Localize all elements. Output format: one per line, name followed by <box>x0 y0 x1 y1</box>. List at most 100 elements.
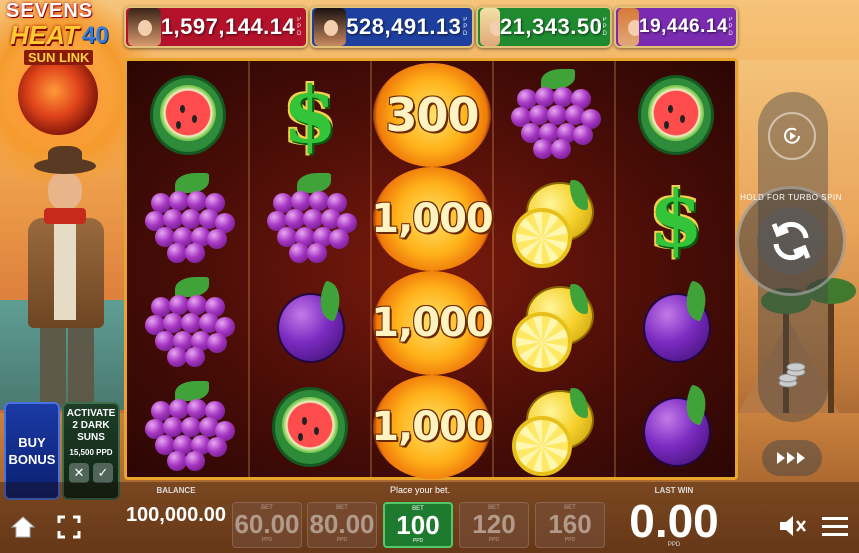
plum-icon <box>641 280 713 363</box>
bet-value: 160 <box>548 509 592 539</box>
sun-icon: 300 <box>373 63 491 167</box>
reel-2-symbol-dollar: $ <box>249 63 371 167</box>
jackpot-currency: PPD <box>728 16 733 37</box>
jackpot-3: 21,343.50 PPD <box>476 6 612 48</box>
bet-unit: PPD <box>488 537 500 543</box>
bet-option-100-selected[interactable]: BET 100 PPD <box>383 502 453 548</box>
spin-icon <box>757 207 825 275</box>
logo-subtitle: SUN LINK <box>24 50 94 65</box>
reel-5-symbol-watermelon <box>615 63 737 167</box>
last-win-unit: PPD <box>667 542 681 548</box>
bet-option-80[interactable]: BET 80.00 PPD <box>307 502 377 548</box>
jackpot-currency: PPD <box>296 16 302 37</box>
autoplay-icon[interactable] <box>768 112 816 160</box>
reel-4-symbol-lemon <box>493 375 615 479</box>
reel-grid: $ 300 1,000 1,000 1,000 $ <box>124 58 738 480</box>
logo-sun <box>18 55 98 135</box>
jackpot-amount: 19,446.14 <box>639 16 729 37</box>
jackpot-currency: PPD <box>602 16 607 37</box>
sun-value: 300 <box>385 88 479 142</box>
coins-icon[interactable] <box>772 356 812 392</box>
home-icon[interactable] <box>8 512 38 542</box>
sun-value: 1,000 <box>371 404 494 450</box>
activate-label-line3: SUNS <box>77 432 105 443</box>
jackpot-amount: 21,343.50 <box>499 14 603 39</box>
reel-3-symbol-sun: 1,000 <box>371 375 494 479</box>
plum-icon <box>275 280 347 363</box>
plum-icon <box>641 384 713 467</box>
reel-4-symbol-lemon <box>493 271 615 375</box>
balance-label: BALANCE <box>156 486 196 495</box>
spin-button[interactable]: HOLD FOR TURBO SPIN <box>736 186 846 296</box>
bet-option-160[interactable]: BET 160 PPD <box>535 502 605 548</box>
sun-value: 1,000 <box>371 196 494 242</box>
bet-value: 80.00 <box>309 509 375 539</box>
jackpot-amount: 1,597,144.14 <box>160 14 296 39</box>
lemon-icon <box>512 178 596 268</box>
game-logo: SEVENS HEAT 40 SUN LINK <box>0 0 124 145</box>
sun-icon: 1,000 <box>371 375 494 479</box>
activate-label-line2: 2 DARK <box>72 420 110 431</box>
lemon-icon <box>512 282 596 372</box>
dollar-icon: $ <box>282 69 338 161</box>
jackpot-avatar <box>314 8 347 46</box>
jackpot-currency: PPD <box>463 16 468 37</box>
grapes-icon <box>145 173 235 265</box>
last-win-value: 0.00 <box>629 495 719 547</box>
bet-option-120[interactable]: BET 120 PPD <box>459 502 529 548</box>
check-icon[interactable]: ✓ <box>93 463 113 483</box>
menu-icon[interactable] <box>820 512 850 542</box>
reel-5-symbol-plum <box>615 375 737 479</box>
buy-bonus-label-line1: BUY <box>18 435 46 450</box>
bet-unit: PPD <box>412 538 424 544</box>
sun-icon: 1,000 <box>371 167 494 271</box>
grapes-icon <box>267 173 357 265</box>
reel-4-symbol-lemon <box>493 167 615 271</box>
sun-value: 1,000 <box>371 300 494 346</box>
explorer-character <box>14 146 114 408</box>
reel-5-symbol-dollar: $ <box>615 167 737 271</box>
mute-icon[interactable] <box>776 510 808 542</box>
grapes-icon <box>145 381 235 473</box>
dollar-icon: $ <box>648 173 704 265</box>
turbo-spin-hint: HOLD FOR TURBO SPIN <box>740 193 842 202</box>
jackpot-amount: 528,491.13 <box>346 14 462 39</box>
turbo-icon[interactable] <box>762 440 822 476</box>
activate-price: 15,500 PPD <box>69 448 113 457</box>
lemon-icon <box>512 386 596 476</box>
jackpot-avatar <box>618 8 640 46</box>
fullscreen-icon[interactable] <box>54 512 84 542</box>
bet-value: 60.00 <box>234 509 300 539</box>
buy-bonus-label-line2: BONUS <box>8 452 56 467</box>
background-palm <box>806 278 856 420</box>
logo-title-40: 40 <box>82 22 109 49</box>
close-icon[interactable]: ✕ <box>69 463 89 483</box>
watermelon-icon <box>272 387 348 467</box>
jackpot-avatar <box>480 8 500 46</box>
grapes-icon <box>511 69 601 161</box>
reel-3-symbol-sun: 300 <box>371 63 493 167</box>
reel-1-symbol-watermelon <box>127 63 249 167</box>
reel-1-symbol-grapes <box>127 271 249 375</box>
bet-option-60[interactable]: BET 60.00 PPD <box>232 502 302 548</box>
bet-unit: PPD <box>564 537 576 543</box>
jackpot-2: 528,491.13 PPD <box>310 6 474 48</box>
reel-3-symbol-sun: 1,000 <box>371 167 494 271</box>
reel-2-symbol-watermelon <box>249 375 371 479</box>
reel-2-symbol-plum <box>249 271 371 375</box>
balance-value: 100,000.00 <box>125 504 227 526</box>
bet-value: 100 <box>396 510 440 540</box>
reel-2-symbol-grapes <box>249 167 371 271</box>
place-bet-message: Place your bet. <box>389 485 451 495</box>
reel-1-symbol-grapes <box>127 167 249 271</box>
jackpot-4: 19,446.14 PPD <box>614 6 738 48</box>
grapes-icon <box>145 277 235 369</box>
reel-4-symbol-grapes <box>493 63 615 167</box>
watermelon-icon <box>638 75 714 155</box>
logo-title-heat: HEAT <box>10 20 79 50</box>
activate-label-line1: ACTIVATE <box>66 408 116 419</box>
reel-1-symbol-grapes <box>127 375 249 479</box>
reel-5-symbol-plum <box>615 271 737 375</box>
sun-icon: 1,000 <box>371 271 494 375</box>
jackpot-avatar <box>128 8 161 46</box>
